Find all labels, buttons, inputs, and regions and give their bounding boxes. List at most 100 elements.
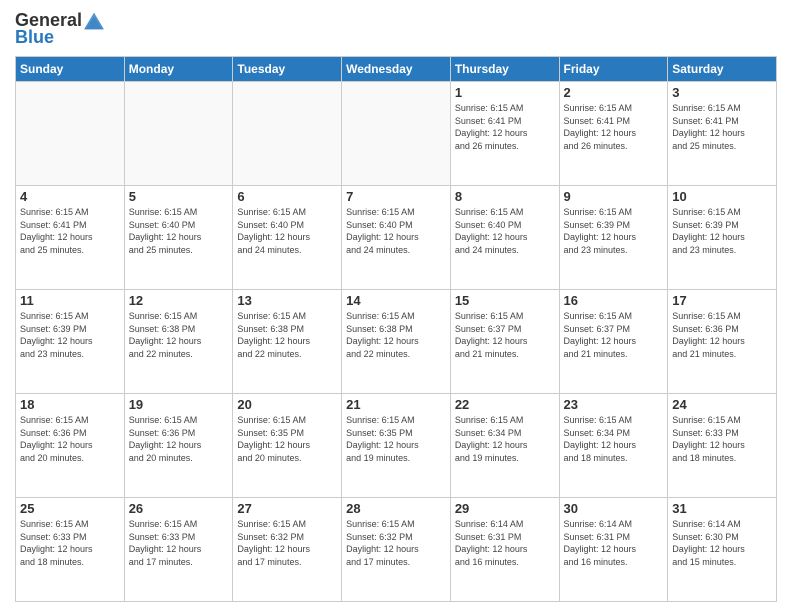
calendar-cell: 10 Sunrise: 6:15 AM Sunset: 6:39 PM Dayli… bbox=[668, 186, 777, 290]
day-number: 29 bbox=[455, 501, 555, 516]
calendar-cell: 25 Sunrise: 6:15 AM Sunset: 6:33 PM Dayli… bbox=[16, 498, 125, 602]
day-number: 17 bbox=[672, 293, 772, 308]
day-info: Sunrise: 6:15 AM Sunset: 6:32 PM Dayligh… bbox=[237, 518, 337, 568]
day-info: Sunrise: 6:14 AM Sunset: 6:30 PM Dayligh… bbox=[672, 518, 772, 568]
day-info: Sunrise: 6:15 AM Sunset: 6:41 PM Dayligh… bbox=[672, 102, 772, 152]
day-number: 13 bbox=[237, 293, 337, 308]
day-info: Sunrise: 6:15 AM Sunset: 6:33 PM Dayligh… bbox=[129, 518, 229, 568]
day-number: 16 bbox=[564, 293, 664, 308]
calendar-cell: 5 Sunrise: 6:15 AM Sunset: 6:40 PM Daylig… bbox=[124, 186, 233, 290]
day-number: 24 bbox=[672, 397, 772, 412]
day-info: Sunrise: 6:15 AM Sunset: 6:34 PM Dayligh… bbox=[455, 414, 555, 464]
day-info: Sunrise: 6:15 AM Sunset: 6:39 PM Dayligh… bbox=[672, 206, 772, 256]
day-number: 10 bbox=[672, 189, 772, 204]
day-number: 22 bbox=[455, 397, 555, 412]
day-info: Sunrise: 6:15 AM Sunset: 6:36 PM Dayligh… bbox=[20, 414, 120, 464]
day-of-week-header: Sunday bbox=[16, 57, 125, 82]
day-info: Sunrise: 6:15 AM Sunset: 6:34 PM Dayligh… bbox=[564, 414, 664, 464]
calendar-table: SundayMondayTuesdayWednesdayThursdayFrid… bbox=[15, 56, 777, 602]
day-info: Sunrise: 6:15 AM Sunset: 6:39 PM Dayligh… bbox=[20, 310, 120, 360]
calendar-cell: 4 Sunrise: 6:15 AM Sunset: 6:41 PM Daylig… bbox=[16, 186, 125, 290]
day-info: Sunrise: 6:15 AM Sunset: 6:38 PM Dayligh… bbox=[346, 310, 446, 360]
day-number: 18 bbox=[20, 397, 120, 412]
day-info: Sunrise: 6:15 AM Sunset: 6:32 PM Dayligh… bbox=[346, 518, 446, 568]
day-info: Sunrise: 6:14 AM Sunset: 6:31 PM Dayligh… bbox=[455, 518, 555, 568]
day-number: 2 bbox=[564, 85, 664, 100]
calendar-cell: 23 Sunrise: 6:15 AM Sunset: 6:34 PM Dayli… bbox=[559, 394, 668, 498]
day-number: 20 bbox=[237, 397, 337, 412]
calendar-header-row: SundayMondayTuesdayWednesdayThursdayFrid… bbox=[16, 57, 777, 82]
day-number: 27 bbox=[237, 501, 337, 516]
day-info: Sunrise: 6:15 AM Sunset: 6:40 PM Dayligh… bbox=[129, 206, 229, 256]
day-number: 5 bbox=[129, 189, 229, 204]
calendar-cell: 18 Sunrise: 6:15 AM Sunset: 6:36 PM Dayli… bbox=[16, 394, 125, 498]
header: General Blue bbox=[15, 10, 777, 48]
day-number: 19 bbox=[129, 397, 229, 412]
calendar-week-row: 25 Sunrise: 6:15 AM Sunset: 6:33 PM Dayli… bbox=[16, 498, 777, 602]
calendar-cell: 7Sunrise: 6:15 AM Sunset: 6:40 PM Daylig… bbox=[342, 186, 451, 290]
day-number: 12 bbox=[129, 293, 229, 308]
calendar-cell: 8 Sunrise: 6:15 AM Sunset: 6:40 PM Daylig… bbox=[450, 186, 559, 290]
day-info: Sunrise: 6:15 AM Sunset: 6:33 PM Dayligh… bbox=[672, 414, 772, 464]
day-number: 1 bbox=[455, 85, 555, 100]
day-info: Sunrise: 6:15 AM Sunset: 6:37 PM Dayligh… bbox=[564, 310, 664, 360]
calendar-cell: 27 Sunrise: 6:15 AM Sunset: 6:32 PM Dayli… bbox=[233, 498, 342, 602]
calendar-week-row: 4 Sunrise: 6:15 AM Sunset: 6:41 PM Daylig… bbox=[16, 186, 777, 290]
calendar-week-row: 11 Sunrise: 6:15 AM Sunset: 6:39 PM Dayli… bbox=[16, 290, 777, 394]
day-info: Sunrise: 6:15 AM Sunset: 6:36 PM Dayligh… bbox=[672, 310, 772, 360]
calendar-cell: 13Sunrise: 6:15 AM Sunset: 6:38 PM Dayli… bbox=[233, 290, 342, 394]
calendar-cell: 2Sunrise: 6:15 AM Sunset: 6:41 PM Daylig… bbox=[559, 82, 668, 186]
day-info: Sunrise: 6:15 AM Sunset: 6:38 PM Dayligh… bbox=[129, 310, 229, 360]
day-number: 21 bbox=[346, 397, 446, 412]
day-info: Sunrise: 6:15 AM Sunset: 6:40 PM Dayligh… bbox=[346, 206, 446, 256]
calendar-cell: 24 Sunrise: 6:15 AM Sunset: 6:33 PM Dayli… bbox=[668, 394, 777, 498]
day-info: Sunrise: 6:15 AM Sunset: 6:40 PM Dayligh… bbox=[237, 206, 337, 256]
calendar-cell: 26Sunrise: 6:15 AM Sunset: 6:33 PM Dayli… bbox=[124, 498, 233, 602]
day-number: 9 bbox=[564, 189, 664, 204]
day-info: Sunrise: 6:15 AM Sunset: 6:41 PM Dayligh… bbox=[20, 206, 120, 256]
calendar-cell bbox=[124, 82, 233, 186]
calendar-cell: 11 Sunrise: 6:15 AM Sunset: 6:39 PM Dayli… bbox=[16, 290, 125, 394]
calendar-cell: 30 Sunrise: 6:14 AM Sunset: 6:31 PM Dayli… bbox=[559, 498, 668, 602]
day-of-week-header: Friday bbox=[559, 57, 668, 82]
day-info: Sunrise: 6:15 AM Sunset: 6:36 PM Dayligh… bbox=[129, 414, 229, 464]
day-info: Sunrise: 6:15 AM Sunset: 6:35 PM Dayligh… bbox=[346, 414, 446, 464]
day-number: 31 bbox=[672, 501, 772, 516]
calendar-week-row: 1 Sunrise: 6:15 AM Sunset: 6:41 PM Daylig… bbox=[16, 82, 777, 186]
calendar-cell bbox=[233, 82, 342, 186]
day-number: 30 bbox=[564, 501, 664, 516]
day-number: 4 bbox=[20, 189, 120, 204]
day-of-week-header: Thursday bbox=[450, 57, 559, 82]
day-number: 15 bbox=[455, 293, 555, 308]
calendar-cell: 16 Sunrise: 6:15 AM Sunset: 6:37 PM Dayli… bbox=[559, 290, 668, 394]
calendar-cell: 9 Sunrise: 6:15 AM Sunset: 6:39 PM Daylig… bbox=[559, 186, 668, 290]
calendar-cell: 28Sunrise: 6:15 AM Sunset: 6:32 PM Dayli… bbox=[342, 498, 451, 602]
calendar-cell: 6Sunrise: 6:15 AM Sunset: 6:40 PM Daylig… bbox=[233, 186, 342, 290]
calendar-cell: 14Sunrise: 6:15 AM Sunset: 6:38 PM Dayli… bbox=[342, 290, 451, 394]
calendar-week-row: 18 Sunrise: 6:15 AM Sunset: 6:36 PM Dayli… bbox=[16, 394, 777, 498]
day-number: 8 bbox=[455, 189, 555, 204]
day-number: 25 bbox=[20, 501, 120, 516]
day-number: 3 bbox=[672, 85, 772, 100]
day-of-week-header: Monday bbox=[124, 57, 233, 82]
calendar-cell: 29 Sunrise: 6:14 AM Sunset: 6:31 PM Dayli… bbox=[450, 498, 559, 602]
calendar-cell: 31 Sunrise: 6:14 AM Sunset: 6:30 PM Dayli… bbox=[668, 498, 777, 602]
calendar-cell: 3 Sunrise: 6:15 AM Sunset: 6:41 PM Daylig… bbox=[668, 82, 777, 186]
day-info: Sunrise: 6:15 AM Sunset: 6:37 PM Dayligh… bbox=[455, 310, 555, 360]
day-of-week-header: Wednesday bbox=[342, 57, 451, 82]
day-number: 23 bbox=[564, 397, 664, 412]
day-info: Sunrise: 6:15 AM Sunset: 6:33 PM Dayligh… bbox=[20, 518, 120, 568]
day-info: Sunrise: 6:14 AM Sunset: 6:31 PM Dayligh… bbox=[564, 518, 664, 568]
day-info: Sunrise: 6:15 AM Sunset: 6:40 PM Dayligh… bbox=[455, 206, 555, 256]
calendar-cell: 15 Sunrise: 6:15 AM Sunset: 6:37 PM Dayli… bbox=[450, 290, 559, 394]
day-number: 11 bbox=[20, 293, 120, 308]
calendar-cell: 17 Sunrise: 6:15 AM Sunset: 6:36 PM Dayli… bbox=[668, 290, 777, 394]
calendar-cell: 20 Sunrise: 6:15 AM Sunset: 6:35 PM Dayli… bbox=[233, 394, 342, 498]
day-of-week-header: Tuesday bbox=[233, 57, 342, 82]
calendar-cell: 19 Sunrise: 6:15 AM Sunset: 6:36 PM Dayli… bbox=[124, 394, 233, 498]
day-of-week-header: Saturday bbox=[668, 57, 777, 82]
day-info: Sunrise: 6:15 AM Sunset: 6:35 PM Dayligh… bbox=[237, 414, 337, 464]
calendar-cell: 21 Sunrise: 6:15 AM Sunset: 6:35 PM Dayli… bbox=[342, 394, 451, 498]
page: General Blue SundayMondayTuesdayWednesda… bbox=[0, 0, 792, 612]
day-info: Sunrise: 6:15 AM Sunset: 6:39 PM Dayligh… bbox=[564, 206, 664, 256]
